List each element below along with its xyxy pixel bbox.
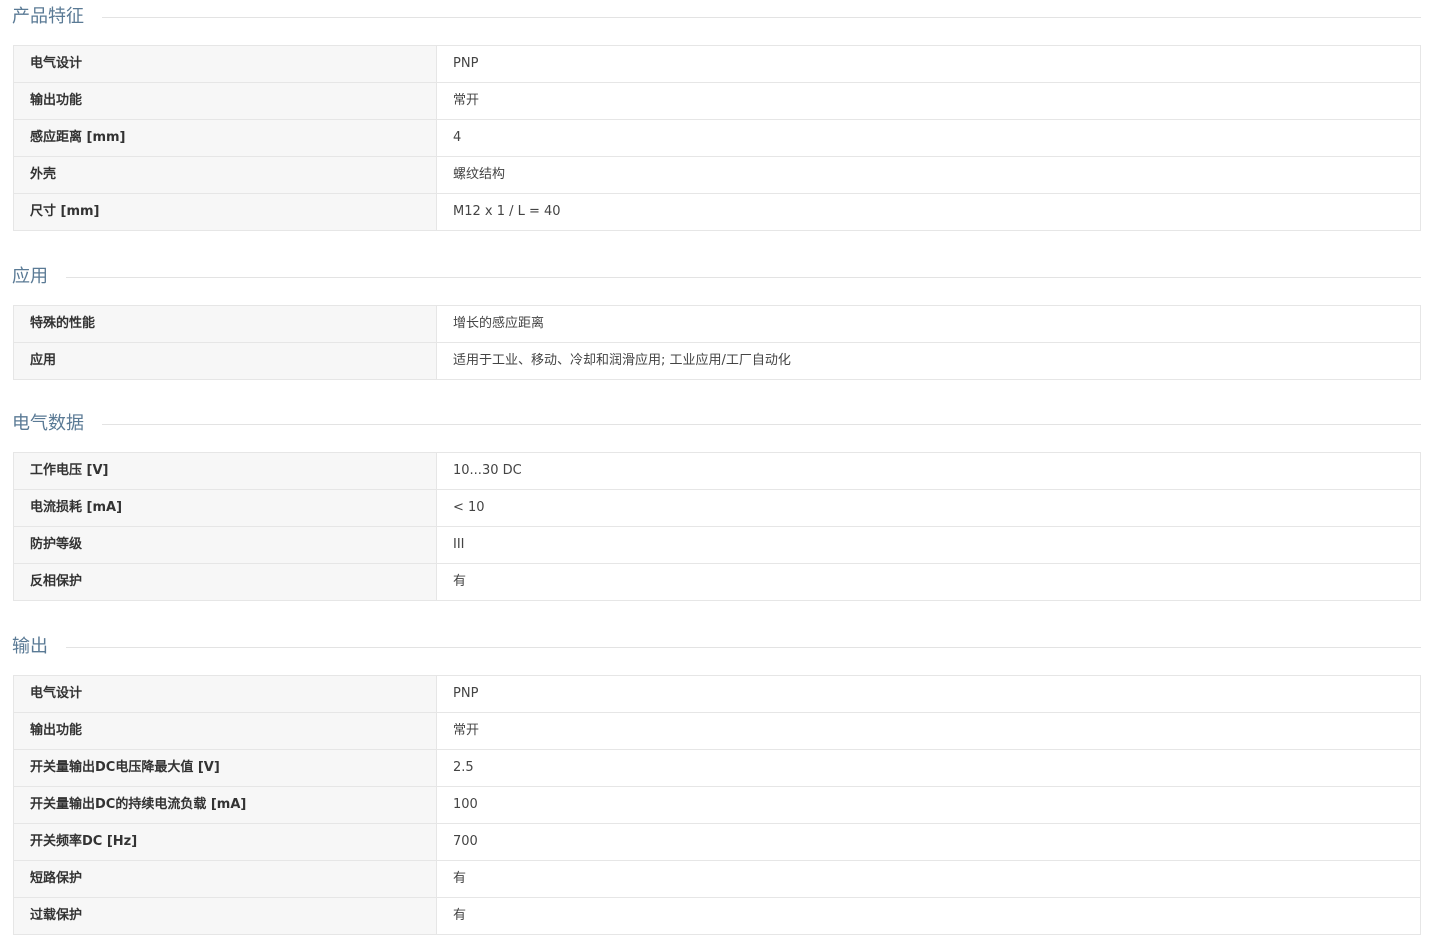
table-row: 输出功能 常开 xyxy=(13,712,1421,750)
row-value: PNP xyxy=(436,675,1421,713)
table-row: 电气设计 PNP xyxy=(13,675,1421,713)
table-row: 输出功能 常开 xyxy=(13,82,1421,120)
section-application: 应用 特殊的性能 增长的感应距离 应用 适用于工业、移动、冷却和润滑应用; 工业应用… xyxy=(0,260,1431,380)
table-row: 特殊的性能 增长的感应距离 xyxy=(13,305,1421,343)
row-label: 外壳 xyxy=(13,156,437,194)
row-value: 常开 xyxy=(436,712,1421,750)
row-value: 适用于工业、移动、冷却和润滑应用; 工业应用/工厂自动化 xyxy=(436,342,1421,380)
section-title: 应用 xyxy=(12,264,66,290)
row-value: PNP xyxy=(436,45,1421,83)
row-label: 反相保护 xyxy=(13,563,437,601)
section-title: 产品特征 xyxy=(12,4,102,30)
divider xyxy=(12,647,1421,648)
table-row: 感应距离 [mm] 4 xyxy=(13,119,1421,157)
table-row: 过载保护有 xyxy=(13,897,1421,935)
section-product-features: 产品特征 电气设计 PNP 输出功能 常开 感应距离 [mm] 4 外壳 螺纹结构 尺寸… xyxy=(0,0,1431,231)
row-label: 防护等级 xyxy=(13,526,437,564)
table-row: 电气设计 PNP xyxy=(13,45,1421,83)
section-header: 应用 xyxy=(12,260,1421,296)
row-label: 电流损耗 [mA] xyxy=(13,489,437,527)
row-value: 有 xyxy=(436,897,1421,935)
spec-table: 特殊的性能 增长的感应距离 应用 适用于工业、移动、冷却和润滑应用; 工业应用/工厂… xyxy=(13,305,1421,380)
section-title: 输出 xyxy=(12,634,66,660)
section-output: 输出 电气设计 PNP 输出功能 常开 开关量输出DC电压降最大值 [V] 2.5 开… xyxy=(0,630,1431,935)
row-value: 100 xyxy=(436,786,1421,824)
spec-page: 产品特征 电气设计 PNP 输出功能 常开 感应距离 [mm] 4 外壳 螺纹结构 尺寸… xyxy=(0,0,1431,945)
section-header: 输出 xyxy=(12,630,1421,666)
section-electrical-data: 电气数据 工作电压 [V] 10...30 DC 电流损耗 [mA] < 10 防护… xyxy=(0,407,1431,601)
row-value: < 10 xyxy=(436,489,1421,527)
row-value: M12 x 1 / L = 40 xyxy=(436,193,1421,231)
row-label: 过载保护 xyxy=(13,897,437,935)
spec-table: 电气设计 PNP 输出功能 常开 开关量输出DC电压降最大值 [V] 2.5 开关量输… xyxy=(13,675,1421,935)
divider xyxy=(12,17,1421,18)
row-label: 尺寸 [mm] xyxy=(13,193,437,231)
row-label: 特殊的性能 xyxy=(13,305,437,343)
table-row: 应用 适用于工业、移动、冷却和润滑应用; 工业应用/工厂自动化 xyxy=(13,342,1421,380)
row-value: III xyxy=(436,526,1421,564)
spec-table: 工作电压 [V] 10...30 DC 电流损耗 [mA] < 10 防护等级 III… xyxy=(13,452,1421,601)
row-value: 常开 xyxy=(436,82,1421,120)
row-value: 2.5 xyxy=(436,749,1421,787)
spec-table: 电气设计 PNP 输出功能 常开 感应距离 [mm] 4 外壳 螺纹结构 尺寸 [mm]… xyxy=(13,45,1421,231)
row-value: 有 xyxy=(436,563,1421,601)
row-label: 感应距离 [mm] xyxy=(13,119,437,157)
divider xyxy=(12,424,1421,425)
section-header: 电气数据 xyxy=(12,407,1421,443)
row-value: 10...30 DC xyxy=(436,452,1421,490)
row-label: 开关量输出DC电压降最大值 [V] xyxy=(13,749,437,787)
row-label: 开关量输出DC的持续电流负载 [mA] xyxy=(13,786,437,824)
section-header: 产品特征 xyxy=(12,0,1421,36)
table-row: 电流损耗 [mA] < 10 xyxy=(13,489,1421,527)
row-label: 电气设计 xyxy=(13,675,437,713)
table-row: 反相保护有 xyxy=(13,563,1421,601)
table-row: 外壳 螺纹结构 xyxy=(13,156,1421,194)
section-title: 电气数据 xyxy=(12,411,102,437)
row-label: 输出功能 xyxy=(13,712,437,750)
row-value: 有 xyxy=(436,860,1421,898)
row-label: 工作电压 [V] xyxy=(13,452,437,490)
row-label: 电气设计 xyxy=(13,45,437,83)
table-row: 尺寸 [mm] M12 x 1 / L = 40 xyxy=(13,193,1421,231)
row-value: 螺纹结构 xyxy=(436,156,1421,194)
row-value: 增长的感应距离 xyxy=(436,305,1421,343)
table-row: 防护等级 III xyxy=(13,526,1421,564)
row-label: 应用 xyxy=(13,342,437,380)
table-row: 开关量输出DC的持续电流负载 [mA] 100 xyxy=(13,786,1421,824)
table-row: 开关量输出DC电压降最大值 [V] 2.5 xyxy=(13,749,1421,787)
table-row: 工作电压 [V] 10...30 DC xyxy=(13,452,1421,490)
row-label: 短路保护 xyxy=(13,860,437,898)
table-row: 短路保护有 xyxy=(13,860,1421,898)
row-label: 输出功能 xyxy=(13,82,437,120)
table-row: 开关频率DC [Hz] 700 xyxy=(13,823,1421,861)
divider xyxy=(12,277,1421,278)
row-value: 700 xyxy=(436,823,1421,861)
row-value: 4 xyxy=(436,119,1421,157)
row-label: 开关频率DC [Hz] xyxy=(13,823,437,861)
